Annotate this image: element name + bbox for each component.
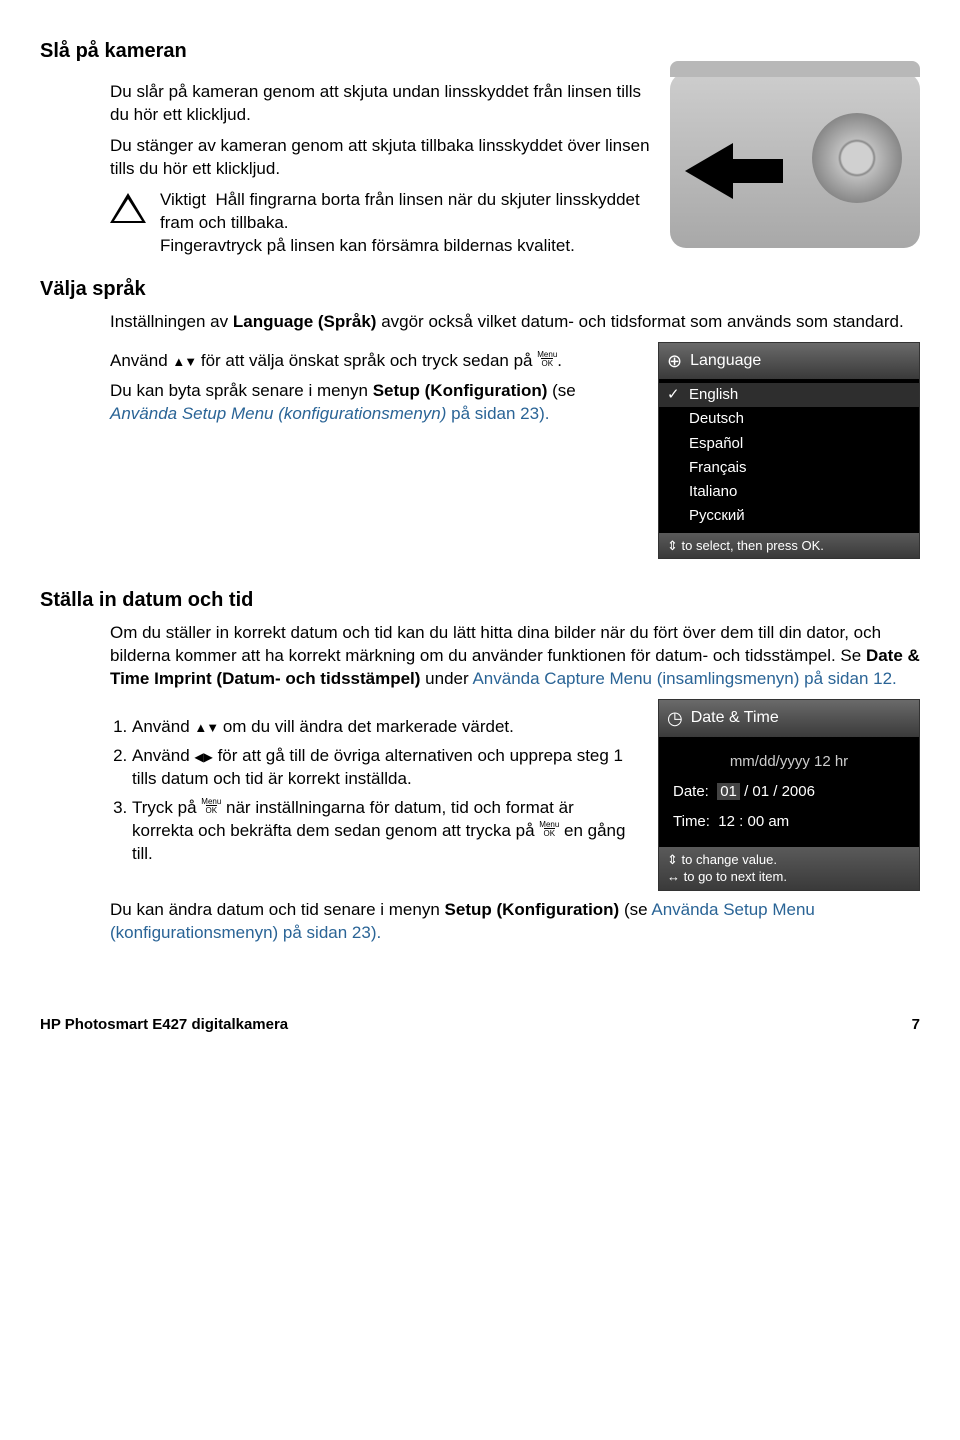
language-use: Använd ▲▼ för att välja önskat språk och… — [110, 350, 638, 373]
lang-item-francais: Français — [659, 456, 919, 480]
link-capture-menu[interactable]: Använda Capture Menu (insamlingsmenyn) — [472, 669, 799, 688]
turnon-p1: Du slår på kameran genom att skjuta unda… — [110, 81, 650, 127]
menu-ok-icon: MenuOK — [537, 350, 557, 368]
section-title-datetime: Ställa in datum och tid — [40, 587, 920, 614]
datetime-screenshot: Date & Time mm/dd/yyyy 12 hr Date: 01 / … — [658, 699, 920, 891]
lang-item-espanol: Español — [659, 432, 919, 456]
page-number: 7 — [912, 1015, 920, 1035]
updown-icon — [667, 852, 678, 867]
caution-icon — [110, 193, 146, 223]
left-right-icon — [194, 746, 212, 765]
language-later: Du kan byta språk senare i menyn Setup (… — [110, 380, 638, 426]
language-intro: Inställningen av Language (Språk) avgör … — [110, 311, 920, 334]
up-down-icon: ▲▼ — [172, 354, 196, 369]
leftright-icon — [667, 869, 680, 884]
lang-item-english: English — [659, 383, 919, 407]
step-3: Tryck på MenuOK när inställningarna för … — [132, 797, 638, 866]
caution-text: Viktigt Håll fingrarna borta från linsen… — [160, 189, 650, 258]
menu-ok-icon: MenuOK — [539, 820, 559, 838]
datetime-later: Du kan ändra datum och tid senare i meny… — [110, 899, 920, 945]
lang-item-deutsch: Deutsch — [659, 407, 919, 431]
turnon-p2: Du stänger av kameran genom att skjuta t… — [110, 135, 650, 181]
section-title-language: Välja språk — [40, 276, 920, 303]
link-setup-menu[interactable]: Använda Setup Menu (konfigurationsmenyn) — [110, 404, 446, 423]
up-down-icon: ▲▼ — [194, 720, 218, 735]
datetime-steps: Använd ▲▼ om du vill ändra det markerade… — [110, 716, 638, 866]
menu-ok-icon: MenuOK — [201, 797, 221, 815]
globe-icon — [667, 349, 682, 374]
step-2: Använd för att gå till de övriga alterna… — [132, 745, 638, 791]
lang-item-russian: Русский — [659, 504, 919, 528]
datetime-intro: Om du ställer in korrekt datum och tid k… — [110, 622, 920, 691]
camera-illustration — [670, 73, 920, 248]
lang-item-italiano: Italiano — [659, 480, 919, 504]
updown-icon — [667, 538, 678, 553]
language-menu-screenshot: Language English Deutsch Español Françai… — [658, 342, 920, 560]
step-1: Använd ▲▼ om du vill ändra det markerade… — [132, 716, 638, 739]
clock-icon — [667, 706, 683, 731]
footer-title: HP Photosmart E427 digitalkamera — [40, 1015, 288, 1035]
